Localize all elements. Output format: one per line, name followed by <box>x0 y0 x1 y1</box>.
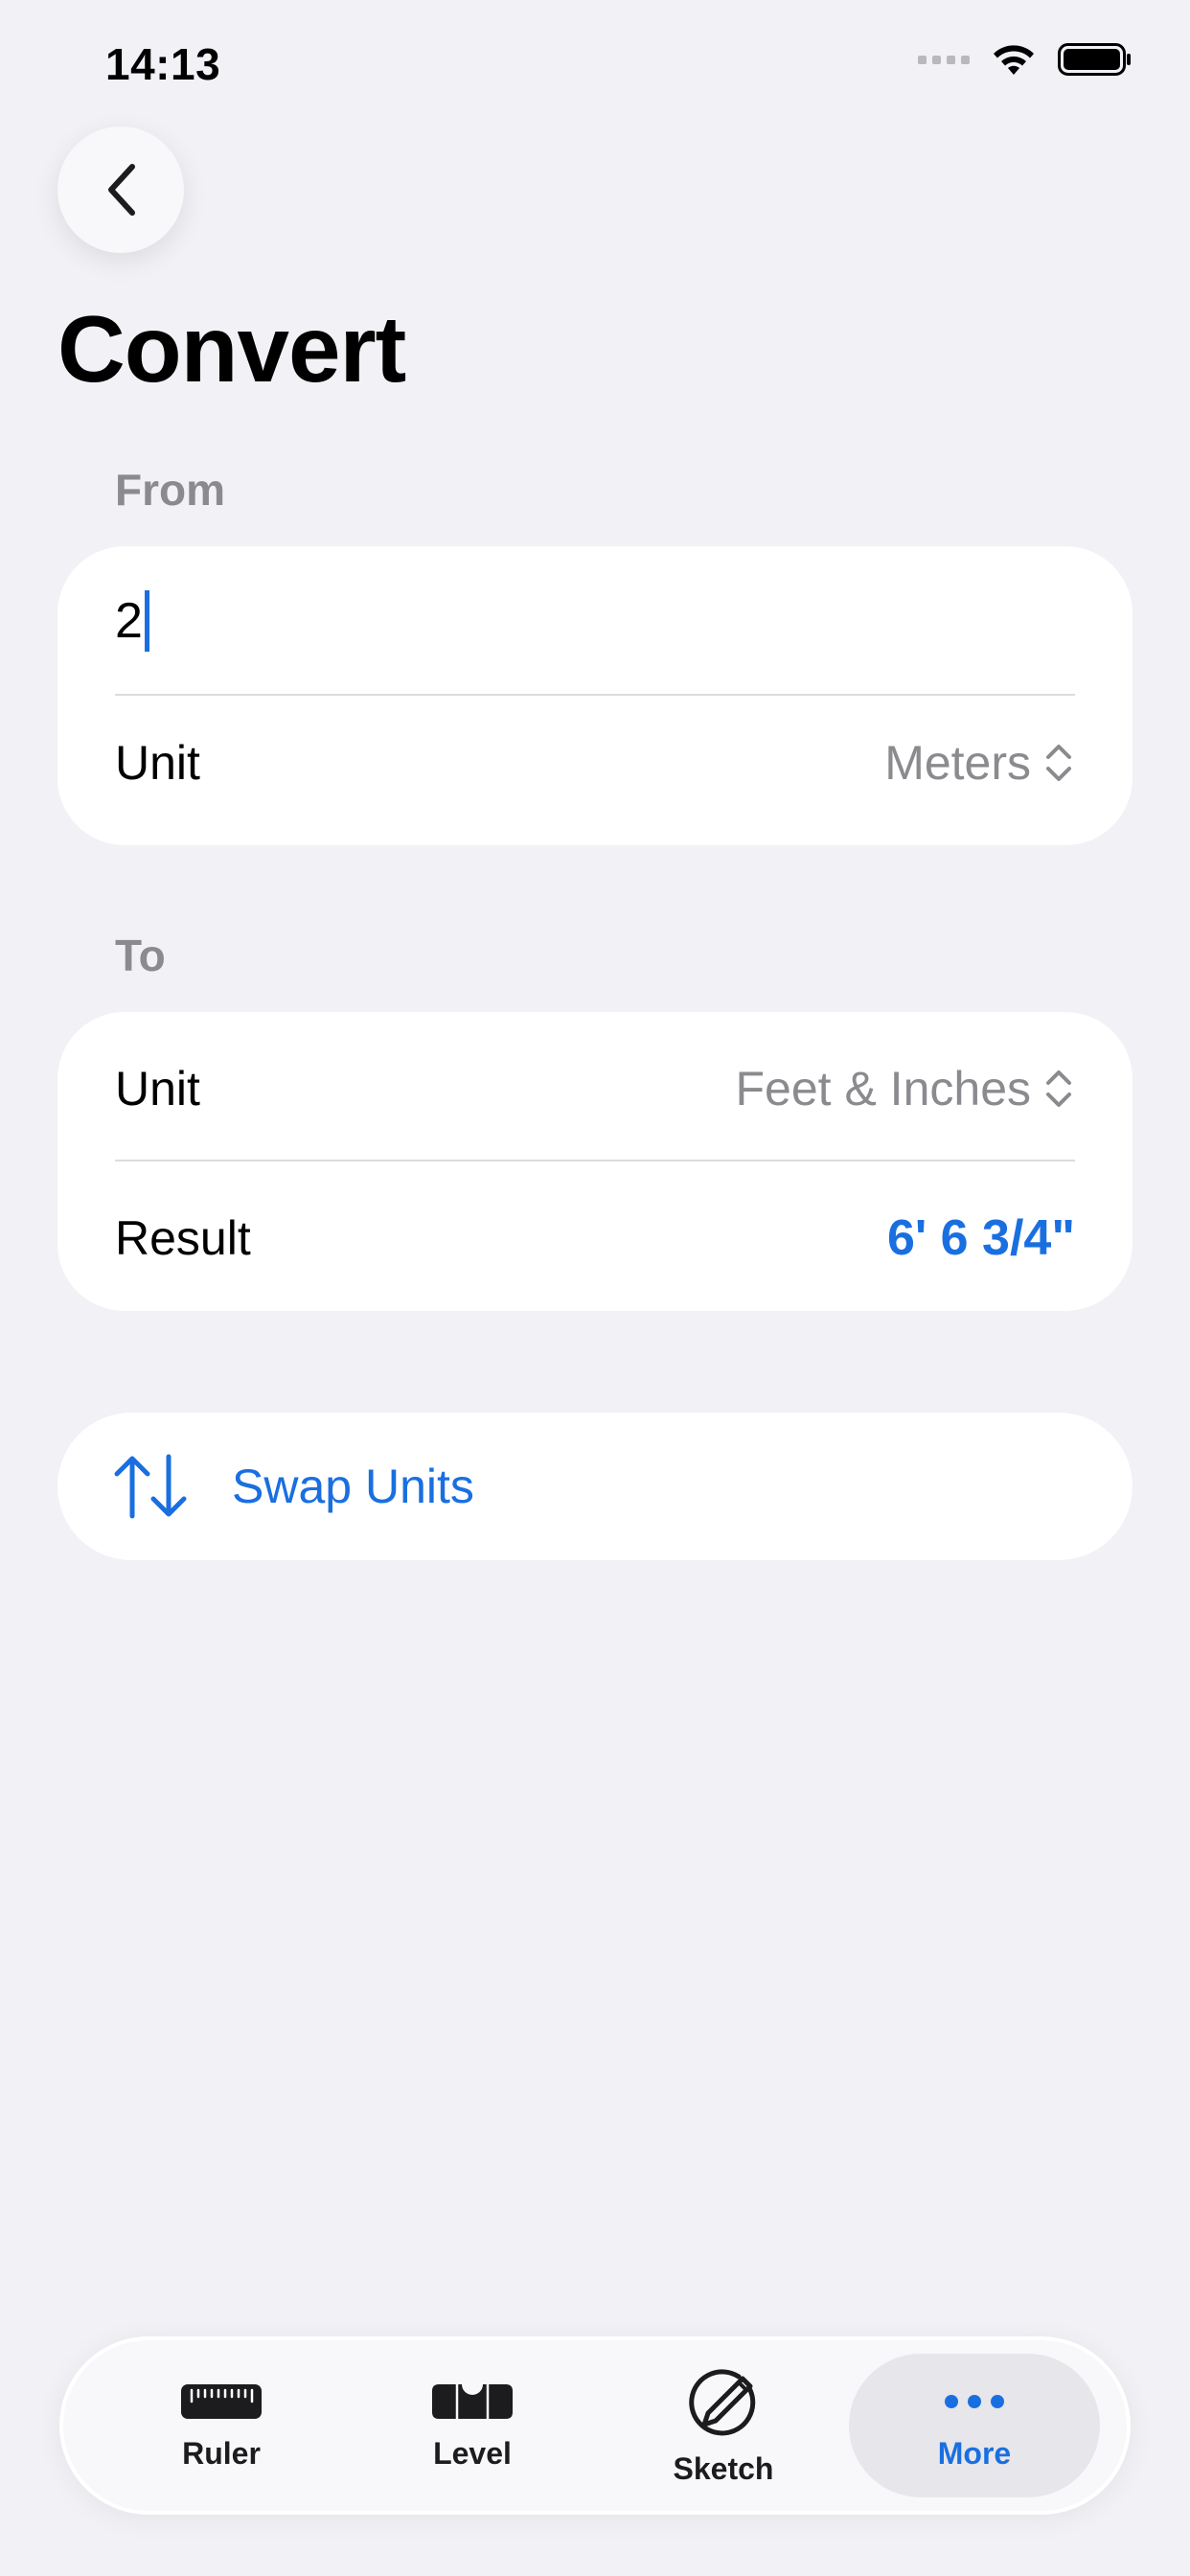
swap-arrows-icon <box>114 1454 187 1519</box>
from-value-input[interactable]: 2 <box>115 590 149 652</box>
tab-sketch[interactable]: Sketch <box>598 2354 849 2497</box>
wifi-icon <box>994 45 1034 75</box>
to-divider <box>115 1160 1075 1162</box>
status-icons <box>918 42 1133 77</box>
ruler-icon <box>181 2383 262 2419</box>
swap-units-label: Swap Units <box>232 1460 474 1513</box>
back-button[interactable] <box>57 126 184 253</box>
tab-label-more: More <box>937 2435 1012 2471</box>
result-value: 6' 6 3/4" <box>886 1210 1075 1266</box>
sketch-icon <box>689 2368 756 2435</box>
from-unit-picker[interactable]: Meters <box>884 735 1075 791</box>
tab-level[interactable]: Level <box>347 2354 598 2497</box>
chevron-up-down-icon <box>1046 745 1071 781</box>
from-section-label: From <box>115 465 225 515</box>
status-time: 14:13 <box>105 39 221 89</box>
from-unit-label: Unit <box>115 736 200 790</box>
from-value-text: 2 <box>115 593 143 649</box>
more-icon <box>945 2394 1004 2408</box>
convert-screen: 14:13 Convert From 2 Unit Meters To Unit… <box>0 0 1190 2576</box>
tab-label-sketch: Sketch <box>673 2450 774 2486</box>
cellular-signal-icon <box>918 55 970 64</box>
tab-more[interactable]: More <box>849 2354 1100 2497</box>
battery-icon <box>1058 43 1131 76</box>
to-card: Unit Feet & Inches Result 6' 6 3/4" <box>57 1012 1133 1311</box>
result-row: Result 6' 6 3/4" <box>115 1190 1075 1286</box>
tab-ruler[interactable]: Ruler <box>96 2354 347 2497</box>
swap-units-button[interactable]: Swap Units <box>57 1413 1133 1560</box>
to-section-label: To <box>115 931 166 980</box>
from-unit-row[interactable]: Unit Meters <box>115 715 1075 811</box>
to-unit-value: Feet & Inches <box>735 1062 1032 1116</box>
chevron-left-icon <box>108 164 135 216</box>
from-divider <box>115 694 1075 696</box>
from-value-row[interactable]: 2 <box>115 573 1075 669</box>
to-unit-row[interactable]: Unit Feet & Inches <box>115 1041 1075 1137</box>
tab-label-ruler: Ruler <box>182 2435 261 2471</box>
text-cursor <box>144 590 149 652</box>
to-unit-label: Unit <box>115 1062 200 1116</box>
page-title: Convert <box>57 296 406 402</box>
tab-bar: Ruler Level Sketch More <box>59 2336 1131 2515</box>
tab-label-level: Level <box>433 2435 512 2471</box>
level-icon <box>432 2383 513 2419</box>
result-label: Result <box>115 1211 251 1265</box>
to-unit-picker[interactable]: Feet & Inches <box>736 1061 1076 1116</box>
chevron-up-down-icon <box>1046 1070 1071 1107</box>
from-unit-value: Meters <box>884 736 1031 790</box>
from-card: 2 Unit Meters <box>57 546 1133 845</box>
